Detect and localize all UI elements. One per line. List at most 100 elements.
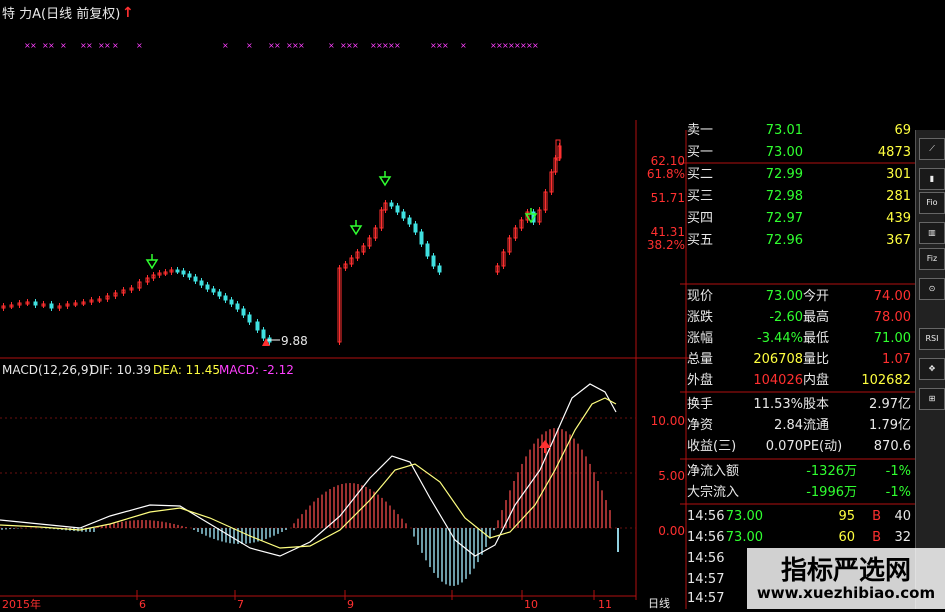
candle-body: [241, 308, 246, 316]
buy-row: 买一 73.00 4873: [637, 142, 915, 164]
stat-label: 现价: [687, 289, 714, 304]
flow-percent: -1%: [885, 464, 911, 479]
dea-label: DEA: 11.45: [153, 363, 221, 377]
date-axis-label: 2015年: [2, 598, 41, 611]
fundamental-label: 流通: [803, 418, 830, 433]
flow-row: 大宗流入 -1996万 -1%: [637, 482, 915, 504]
fundamental-value: 11.53%: [753, 397, 803, 412]
candle-body: [419, 231, 424, 245]
buy-row-price: 72.98: [765, 189, 803, 204]
fundamental-label: 股本: [803, 397, 830, 412]
date-axis-label: 7: [237, 598, 244, 611]
candle-body: [407, 217, 412, 225]
chart-title: 特 力A(日线 前复权): [2, 7, 121, 22]
buy-row-label: 买三: [687, 189, 714, 204]
tick-time: 14:56: [687, 551, 725, 566]
signal-mark: ×: [442, 41, 449, 50]
signal-mark: ×: [112, 41, 119, 50]
dif-label: DIF: 10.39: [90, 363, 151, 377]
stat-value: 71.00: [873, 331, 911, 346]
tick-row: 14:56 73.00 95 B 40: [637, 506, 915, 528]
date-axis-label: 11: [598, 598, 612, 611]
candle-body: [431, 255, 436, 267]
buy-row-volume: 4873: [877, 145, 911, 160]
stat-row: 总量 206708 量比 1.07: [637, 349, 915, 371]
low-price-label: 9.88: [281, 334, 308, 348]
signal-mark: ×: [328, 41, 335, 50]
candle-body: [175, 269, 180, 273]
bar-chart-icon[interactable]: ▥: [919, 222, 945, 244]
fundamental-label: PE(动): [803, 439, 843, 454]
candle-body: [413, 223, 418, 233]
tick-side: B: [872, 509, 881, 524]
buy-row-volume: 281: [886, 189, 911, 204]
watermark-url: www.xuezhibiao.com: [756, 584, 936, 602]
tick-time: 14:56: [687, 530, 725, 545]
trend-chart-icon[interactable]: ⟋: [919, 138, 945, 160]
buy-row-label: 买五: [687, 233, 714, 248]
toolbar-button-fio[interactable]: Fio: [919, 192, 945, 214]
stat-value: -3.44%: [757, 331, 803, 346]
sell-row-label: 卖一: [687, 123, 714, 138]
dea-line: [0, 397, 617, 549]
toolbar-button-rsi[interactable]: RSI: [919, 328, 945, 350]
stat-row: 涨跌 -2.60 最高 78.00: [637, 307, 915, 329]
candle-body: [49, 303, 54, 309]
chart-stage: × × × × × × × × × × × × × × × × × × × × × × × × × × × × × × × × × × × × × × × …: [0, 0, 945, 611]
buy-row-price: 72.97: [765, 211, 803, 226]
candle-body: [247, 314, 252, 323]
candle-body: [217, 291, 222, 297]
title-bar: 特 力A(日线 前复权) ↑: [0, 0, 535, 30]
indicator-icon[interactable]: ⊙: [919, 278, 945, 300]
tick-volume: 60: [838, 530, 855, 545]
kline-chart-icon[interactable]: ▮: [919, 168, 945, 190]
signal-mark: ×: [246, 41, 253, 50]
date-axis-label: 6: [139, 598, 146, 611]
dif-line: [0, 383, 617, 557]
stat-value: 206708: [753, 352, 803, 367]
stat-row: 现价 73.00 今开 74.00: [637, 286, 915, 308]
grid-icon[interactable]: ⊞: [919, 388, 945, 410]
candle-body: [395, 205, 400, 213]
move-icon[interactable]: ✥: [919, 358, 945, 380]
stat-row: 涨幅 -3.44% 最低 71.00: [637, 328, 915, 350]
stat-value: -2.60: [769, 310, 803, 325]
stat-row: 外盘 104026 内盘 102682: [637, 370, 915, 392]
sell-row-volume: 69: [894, 123, 911, 138]
tick-side: B: [872, 530, 881, 545]
candle-body: [389, 202, 394, 207]
flow-label: 大宗流入: [687, 485, 740, 500]
fundamental-row: 净资 2.84 流通 1.79亿: [637, 415, 915, 437]
buy-row: 买四 72.97 439: [637, 208, 915, 230]
up-arrow-icon: ↑: [122, 5, 134, 21]
sell-signal-icon: [145, 259, 159, 270]
fundamental-label: 换手: [687, 397, 714, 412]
fundamental-label: 收益(三): [687, 439, 737, 454]
tick-row: 14:56 73.00 60 B 32: [637, 527, 915, 549]
sell-signal-icon: [378, 176, 392, 187]
flow-label: 净流入额: [687, 464, 740, 479]
stat-label: 内盘: [803, 373, 830, 388]
toolbar-button-fiz[interactable]: Fiz: [919, 248, 945, 270]
macd-value-label: MACD: -2.12: [219, 363, 294, 377]
fundamental-value: 0.070: [765, 439, 803, 454]
signal-mark: ×: [460, 41, 467, 50]
candle-body: [229, 299, 234, 305]
date-axis-label: 9: [347, 598, 354, 611]
tick-price: 73.00: [725, 509, 763, 524]
fundamental-label: 净资: [687, 418, 714, 433]
sell-row: 卖一 73.01 69: [637, 120, 915, 142]
stat-value: 102682: [861, 373, 911, 388]
watermark: 指标严选网 www.xuezhibiao.com: [747, 548, 945, 609]
quote-panel: 卖一 73.01 69 买一 73.00 4873 买二 72.99 301 买…: [637, 120, 915, 609]
sell-row-price: 73.01: [765, 123, 803, 138]
tick-count: 32: [894, 530, 911, 545]
candle-body: [255, 321, 260, 331]
tick-time: 14:57: [687, 591, 725, 606]
stat-label: 外盘: [687, 373, 714, 388]
stat-label: 涨幅: [687, 331, 714, 346]
buy-row-label: 买二: [687, 167, 714, 182]
candle-body: [235, 303, 240, 310]
candle-body: [211, 288, 216, 293]
tick-volume: 95: [838, 509, 855, 524]
